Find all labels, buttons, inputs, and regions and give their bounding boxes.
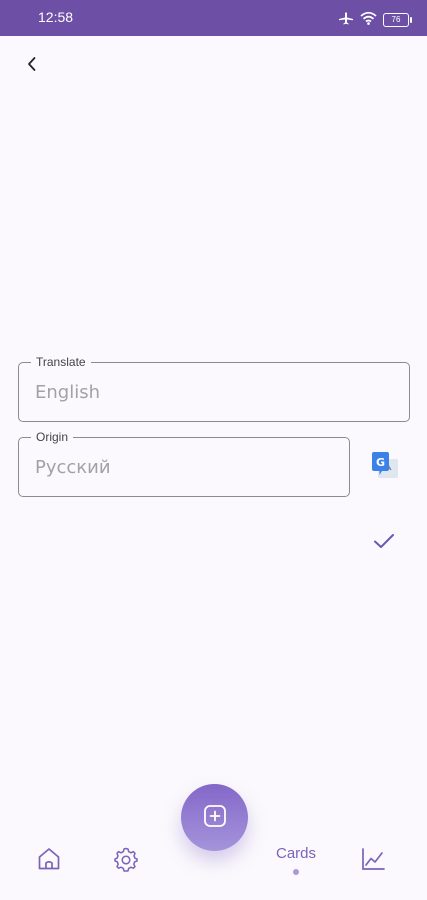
nav-item-settings[interactable] [113,846,139,876]
check-icon [371,534,397,558]
nav-label-cards: Cards [276,845,317,862]
translate-field: Translate [18,354,410,422]
origin-input[interactable] [35,438,335,496]
svg-text:G: G [376,456,385,469]
status-icons: 76 [338,10,412,29]
nav-item-stats[interactable] [360,846,386,876]
chevron-left-icon [25,56,39,76]
google-translate-icon: G [371,452,399,483]
airplane-icon [338,10,354,29]
wifi-icon [360,10,377,29]
home-icon [36,846,62,876]
translate-input[interactable] [35,363,395,421]
nav-item-home[interactable] [36,846,62,876]
status-time: 12:58 [38,9,74,25]
battery-icon: 76 [383,12,412,27]
back-button[interactable] [20,54,44,78]
active-indicator [293,869,299,875]
add-card-button[interactable] [181,784,248,851]
status-bar: 12:58 76 [0,0,427,36]
chart-line-icon [360,846,386,876]
nav-item-cards[interactable]: Cards [276,845,316,875]
gear-icon [113,846,139,876]
translate-button[interactable]: G [371,451,399,479]
confirm-button[interactable] [371,528,397,554]
origin-field: Origin [18,429,350,497]
plus-square-icon [202,803,228,833]
